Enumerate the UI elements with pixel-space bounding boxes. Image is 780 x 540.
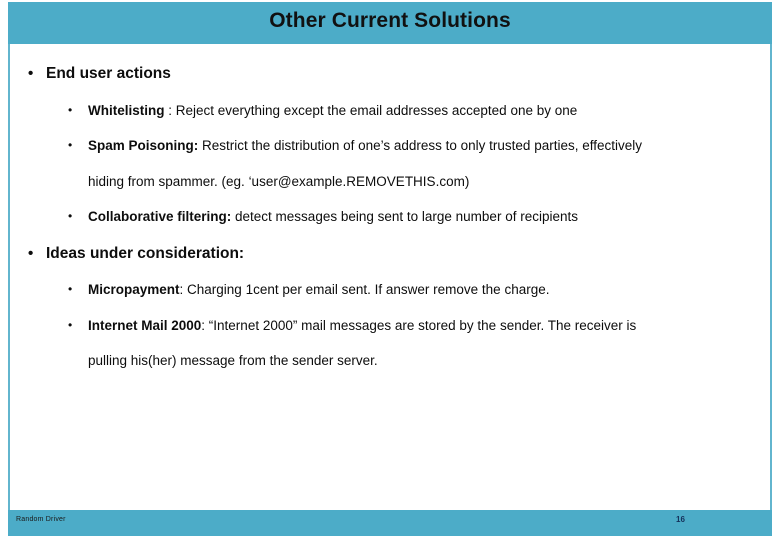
slide: Other Current Solutions • End user actio… <box>0 0 780 540</box>
list-item-text: Restrict the distribution of one’s addre… <box>198 138 642 153</box>
page-title: Other Current Solutions <box>269 9 511 32</box>
list-item-spam-poisoning: • Spam Poisoning: Restrict the distribut… <box>10 139 770 153</box>
list-item-text: : Charging 1cent per email sent. If answ… <box>179 282 550 297</box>
footer-bar: Random Driver 16 <box>8 510 772 536</box>
list-item-lead: Whitelisting <box>88 102 165 118</box>
list-item-lead: Micropayment <box>88 282 180 297</box>
section-heading-ideas-under-consideration: • Ideas under consideration: <box>10 244 770 262</box>
title-bar: Other Current Solutions <box>8 2 772 44</box>
bullet-icon: • <box>28 244 34 262</box>
bullet-icon: • <box>68 102 73 117</box>
bullet-icon: • <box>28 65 34 82</box>
bullet-icon: • <box>68 317 73 332</box>
bullet-icon: • <box>68 209 73 223</box>
section-heading-end-user-actions: • End user actions <box>10 66 770 82</box>
list-item-spam-poisoning-continuation: hiding from spammer. (eg. ‘user@example.… <box>88 173 470 189</box>
slide-body: • End user actions • Whitelisting : Reje… <box>10 48 770 506</box>
bullet-icon: • <box>68 282 73 296</box>
list-item-lead: Collaborative filtering: <box>88 209 232 224</box>
list-item-lead: Spam Poisoning: <box>88 138 199 153</box>
list-item-lead: Internet Mail 2000 <box>88 317 202 333</box>
list-item-text: detect messages being sent to large numb… <box>231 209 578 224</box>
section-heading-label: Ideas under consideration: <box>46 244 245 262</box>
list-item-internet-mail-2000-continuation: pulling his(her) message from the sender… <box>88 353 378 368</box>
right-rule <box>770 44 772 510</box>
footer-label: Random Driver <box>16 516 66 523</box>
list-item-text: : “Internet 2000” mail messages are stor… <box>201 317 637 333</box>
list-item-collaborative-filtering: • Collaborative filtering: detect messag… <box>10 210 770 224</box>
bullet-icon: • <box>68 138 73 152</box>
section-heading-label: End user actions <box>46 65 171 82</box>
list-item-whitelisting: • Whitelisting : Reject everything excep… <box>10 102 770 118</box>
page-number: 16 <box>676 515 685 524</box>
list-item-internet-mail-2000: • Internet Mail 2000: “Internet 2000” ma… <box>10 317 770 333</box>
list-item-text: : Reject everything except the email add… <box>164 102 578 118</box>
list-item-micropayment: • Micropayment: Charging 1cent per email… <box>10 283 770 297</box>
